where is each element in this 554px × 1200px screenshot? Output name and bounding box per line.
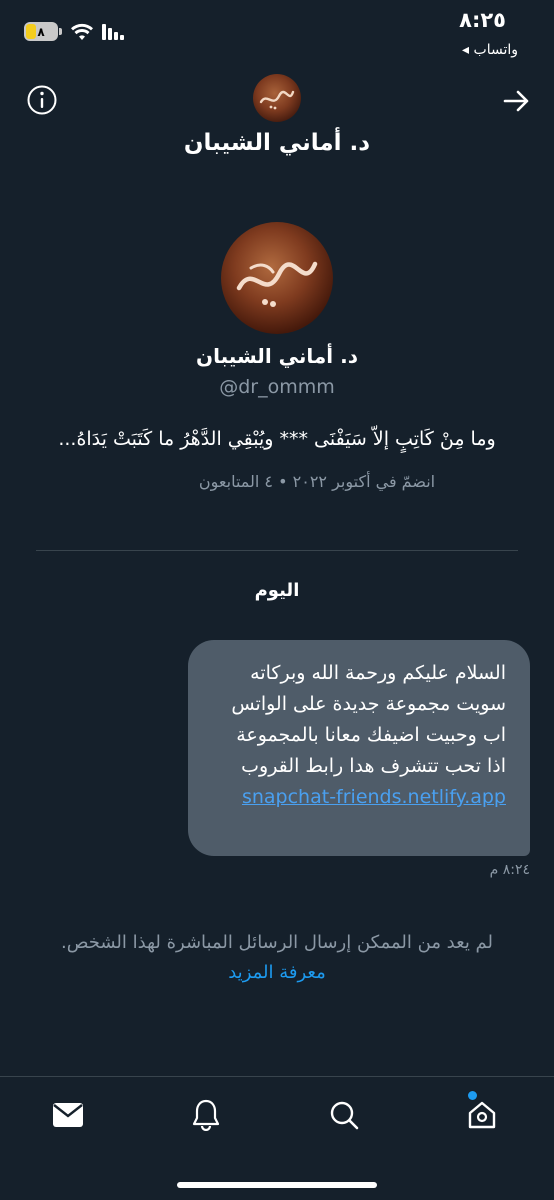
profile-summary: د. أماني الشيبان @dr_ommm وما مِنْ كَاتِ… bbox=[0, 222, 554, 491]
message-text: السلام عليكم ورحمة الله وبركاته سويت مجم… bbox=[231, 662, 506, 777]
profile-meta: انضمّ في أكتوبر ٢٠٢٢ • ٤ المتابعون bbox=[198, 472, 436, 491]
battery-level: ٨ bbox=[37, 24, 45, 39]
cellular-signal-icon bbox=[102, 23, 124, 40]
conversation-header: د. أماني الشيبان bbox=[8, 70, 546, 168]
messages-icon bbox=[53, 1103, 83, 1127]
nav-notifications[interactable] bbox=[186, 1095, 226, 1135]
message-bubble[interactable]: السلام عليكم ورحمة الله وبركاته سويت مجم… bbox=[188, 640, 530, 856]
notifications-icon bbox=[192, 1099, 220, 1131]
learn-more-link[interactable]: معرفة المزيد bbox=[0, 958, 554, 988]
profile-bio: وما مِنْ كَاتِبٍ إلاّ سَيَفْنَى *** ويُب… bbox=[58, 428, 496, 450]
bottom-navigation bbox=[0, 1076, 554, 1200]
arrow-right-icon[interactable] bbox=[502, 86, 532, 116]
nav-home[interactable] bbox=[462, 1095, 502, 1135]
home-icon bbox=[468, 1101, 496, 1129]
dm-disabled-notice: لم يعد من الممكن إرسال الرسائل المباشرة … bbox=[0, 928, 554, 988]
divider bbox=[36, 550, 518, 551]
header-avatar[interactable] bbox=[253, 74, 301, 122]
info-icon[interactable] bbox=[26, 84, 58, 116]
notice-text: لم يعد من الممكن إرسال الرسائل المباشرة … bbox=[60, 932, 494, 953]
header-name[interactable]: د. أماني الشيبان bbox=[8, 130, 546, 156]
nav-messages[interactable] bbox=[48, 1095, 88, 1135]
status-time: ٨:٢٥ bbox=[459, 8, 506, 32]
nav-search[interactable] bbox=[324, 1095, 364, 1135]
message-timestamp: ٨:٢٤ م bbox=[489, 862, 530, 878]
wifi-icon bbox=[71, 23, 93, 40]
profile-handle: @dr_ommm bbox=[219, 376, 335, 398]
back-to-app-link[interactable]: ◂ واتساب bbox=[462, 42, 518, 58]
search-icon bbox=[330, 1101, 359, 1130]
profile-name[interactable]: د. أماني الشيبان bbox=[0, 344, 554, 368]
profile-avatar[interactable] bbox=[221, 222, 333, 334]
home-indicator[interactable] bbox=[177, 1182, 377, 1188]
message-link[interactable]: snapchat-friends.netlify.app bbox=[242, 786, 506, 808]
battery-icon: ٨ bbox=[24, 22, 58, 41]
status-indicators: ٨ bbox=[24, 22, 128, 41]
dm-screen: ٨:٢٥ ◂ واتساب ٨ د. أماني الشيبان د. أمان… bbox=[0, 0, 554, 1200]
day-separator: اليوم bbox=[254, 580, 300, 601]
